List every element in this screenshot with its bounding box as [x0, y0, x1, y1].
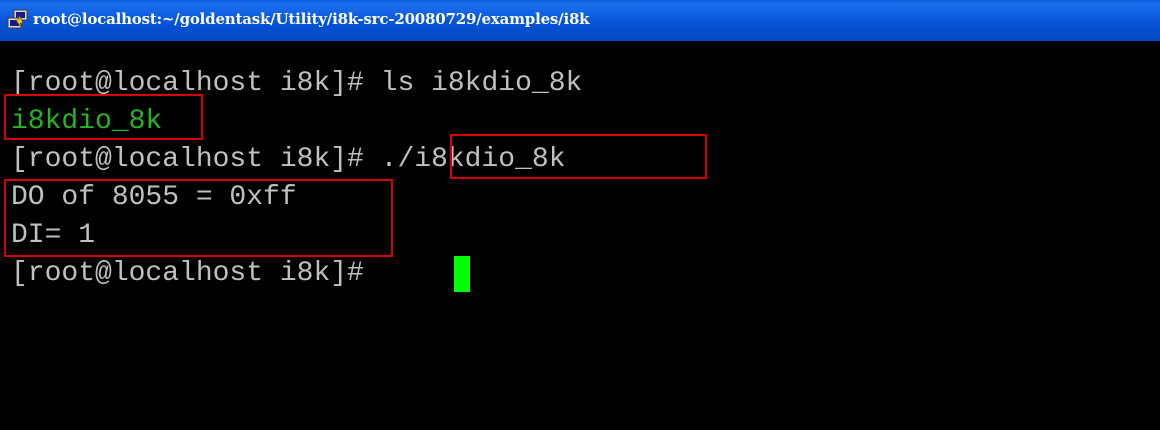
terminal-window: root@localhost:~/goldentask/Utility/i8k-…: [0, 0, 1160, 430]
putty-terminal-icon[interactable]: [7, 9, 29, 31]
highlight-box-ls-output: [4, 94, 203, 140]
terminal-cursor: [454, 256, 470, 292]
terminal-line-prompt: [root@localhost i8k]#: [11, 258, 381, 289]
title-bar[interactable]: root@localhost:~/goldentask/Utility/i8k-…: [0, 0, 1160, 41]
highlight-box-run-command: [450, 134, 707, 179]
highlight-box-program-output: [4, 179, 393, 257]
window-title: root@localhost:~/goldentask/Utility/i8k-…: [33, 10, 590, 28]
